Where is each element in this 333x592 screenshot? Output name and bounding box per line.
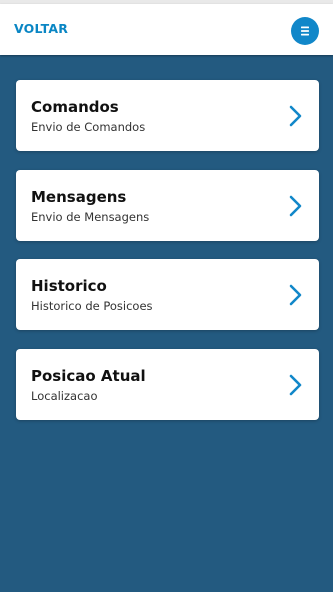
top-bar: VOLTAR (0, 4, 333, 55)
card-title: Mensagens (31, 188, 127, 206)
chevron-right-icon (289, 374, 302, 396)
back-button[interactable]: VOLTAR (14, 21, 68, 36)
chevron-right-icon (289, 195, 302, 217)
card-subtitle: Envio de Comandos (31, 120, 146, 134)
card-subtitle: Localizacao (31, 389, 98, 403)
card-subtitle: Envio de Mensagens (31, 210, 150, 224)
chevron-right-icon (289, 105, 302, 127)
card-title: Comandos (31, 98, 119, 116)
chevron-right-icon (289, 284, 302, 306)
menu-card-historico[interactable]: Historico Historico de Posicoes (16, 259, 319, 330)
card-subtitle: Historico de Posicoes (31, 299, 153, 313)
menu-card-comandos[interactable]: Comandos Envio de Comandos (16, 80, 319, 151)
card-title: Posicao Atual (31, 367, 146, 385)
card-title: Historico (31, 277, 107, 295)
menu-card-posicao-atual[interactable]: Posicao Atual Localizacao (16, 349, 319, 420)
menu-card-mensagens[interactable]: Mensagens Envio de Mensagens (16, 170, 319, 241)
menu-icon (301, 26, 309, 36)
menu-button[interactable] (291, 17, 319, 45)
